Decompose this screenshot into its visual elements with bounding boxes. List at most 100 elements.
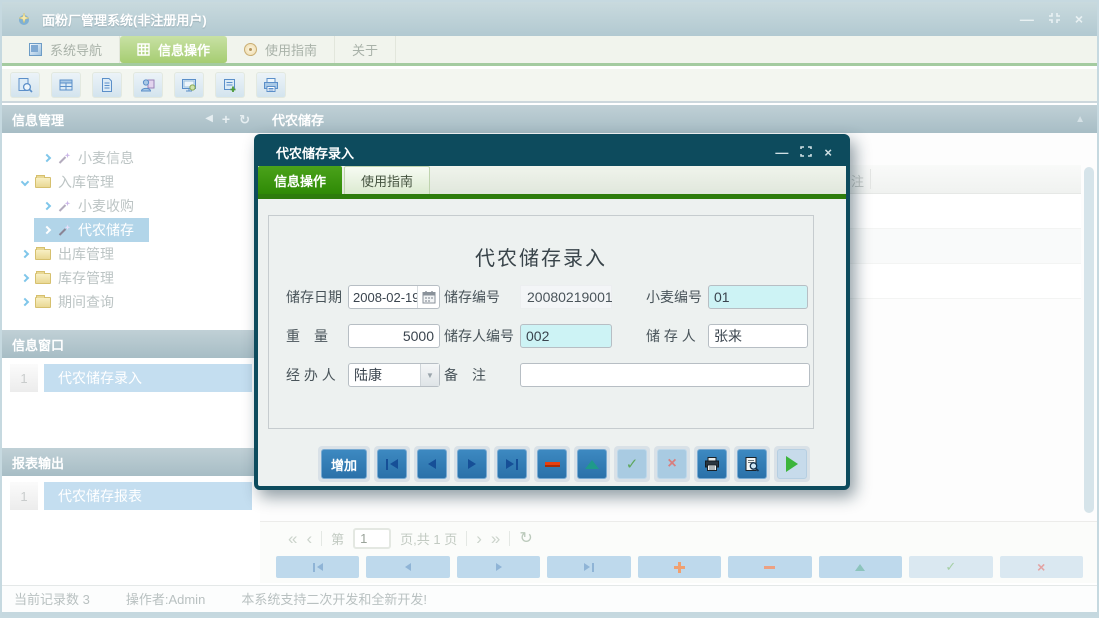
window-item-list: 1 代农储存录入 bbox=[2, 358, 260, 448]
record-cancel-button[interactable]: × bbox=[1000, 556, 1083, 578]
dialog-title: 代农储存录入 bbox=[276, 143, 354, 162]
tree-item-stock-mgmt[interactable]: 库存管理 bbox=[2, 265, 260, 289]
add-icon[interactable]: + bbox=[222, 112, 230, 126]
vertical-scrollbar[interactable] bbox=[1084, 167, 1094, 513]
preview-icon bbox=[744, 456, 760, 472]
print-button[interactable] bbox=[697, 449, 727, 479]
form-row-3: 经 办 人 陆康 ▼ 备 注 bbox=[286, 363, 813, 387]
last-record-button[interactable] bbox=[497, 449, 527, 479]
dialog-tab-bar: 信息操作 使用指南 bbox=[258, 166, 846, 194]
record-last-button[interactable] bbox=[547, 556, 630, 578]
chevron-right-icon bbox=[21, 250, 29, 258]
user-icon[interactable] bbox=[133, 72, 163, 98]
grid-column-remark: 注 bbox=[851, 171, 864, 190]
storer-no-input[interactable] bbox=[520, 324, 612, 348]
wheat-no-input[interactable] bbox=[708, 285, 808, 309]
tree-item-outbound-mgmt[interactable]: 出库管理 bbox=[2, 241, 260, 265]
dialog-close-button[interactable]: × bbox=[824, 146, 832, 159]
collapse-up-icon[interactable]: ▲ bbox=[1075, 114, 1085, 125]
record-count-label: 当前记录数 3 bbox=[14, 589, 90, 608]
record-edit-button[interactable] bbox=[819, 556, 902, 578]
list-item-storage-entry[interactable]: 1 代农储存录入 bbox=[10, 364, 252, 392]
titlebar: 面粉厂管理系统(非注册用户) — × bbox=[2, 2, 1097, 36]
grid-icon bbox=[137, 43, 150, 56]
tab-about[interactable]: 关于 bbox=[335, 36, 396, 63]
handler-select[interactable]: 陆康 ▼ bbox=[348, 363, 440, 387]
handler-label: 经 办 人 bbox=[286, 365, 348, 385]
wand-icon bbox=[57, 151, 71, 165]
page-number-input[interactable] bbox=[353, 528, 391, 549]
storage-no-label: 储存编号 bbox=[444, 287, 520, 307]
folder-icon bbox=[35, 273, 51, 284]
chevron-down-icon[interactable]: ▼ bbox=[420, 364, 439, 386]
page-first-button[interactable]: « bbox=[288, 530, 297, 547]
info-panel-header: 信息管理 ◀ + ↻ bbox=[2, 105, 260, 133]
refresh-icon[interactable]: ↻ bbox=[519, 528, 532, 548]
record-next-button[interactable] bbox=[457, 556, 540, 578]
first-record-button[interactable] bbox=[377, 449, 407, 479]
cancel-button[interactable]: × bbox=[657, 449, 687, 479]
window-title: 面粉厂管理系统(非注册用户) bbox=[42, 10, 207, 29]
record-first-button[interactable] bbox=[276, 556, 359, 578]
chevron-right-icon bbox=[43, 202, 51, 210]
export-icon[interactable] bbox=[215, 72, 245, 98]
tree-item-wheat-purchase[interactable]: 小麦收购 bbox=[2, 193, 260, 217]
list-item-storage-report[interactable]: 1 代农储存报表 bbox=[10, 482, 252, 510]
date-input[interactable] bbox=[349, 290, 417, 305]
form-row-2: 重 量 储存人编号 储 存 人 bbox=[286, 324, 813, 348]
edit-record-button[interactable] bbox=[577, 449, 607, 479]
form-panel: 代农储存录入 储存日期 储存编号 20080219001 小麦编号 bbox=[268, 215, 814, 429]
page-next-button[interactable]: › bbox=[476, 530, 482, 547]
storer-input[interactable] bbox=[708, 324, 808, 348]
tree-item-agent-storage[interactable]: 代农储存 bbox=[2, 217, 260, 241]
monitor-icon[interactable] bbox=[174, 72, 204, 98]
page-last-button[interactable]: » bbox=[491, 530, 500, 547]
page-prev-button[interactable]: ‹ bbox=[306, 530, 312, 547]
dialog-maximize-button[interactable] bbox=[800, 146, 812, 159]
dialog-minimize-button[interactable]: — bbox=[775, 146, 788, 159]
collapse-left-icon[interactable]: ◀ bbox=[205, 114, 213, 124]
next-record-button[interactable] bbox=[457, 449, 487, 479]
document-icon[interactable] bbox=[92, 72, 122, 98]
report-panel-header: 报表输出 bbox=[2, 448, 260, 476]
dialog-tab-info-operate[interactable]: 信息操作 bbox=[258, 166, 342, 194]
remark-input[interactable] bbox=[520, 363, 810, 387]
record-add-button[interactable] bbox=[638, 556, 721, 578]
tree-item-period-query[interactable]: 期间查询 bbox=[2, 289, 260, 313]
tree-item-wheat-info[interactable]: 小麦信息 bbox=[2, 145, 260, 169]
chevron-right-icon bbox=[43, 154, 51, 162]
record-confirm-button[interactable]: ✓ bbox=[909, 556, 992, 578]
tree-item-inbound-mgmt[interactable]: 入库管理 bbox=[2, 169, 260, 193]
app-window: 面粉厂管理系统(非注册用户) — × 系统导航 信息操作 使用指南 关于 bbox=[0, 0, 1099, 618]
close-button[interactable]: × bbox=[1075, 12, 1083, 26]
weight-input[interactable] bbox=[348, 324, 440, 348]
restore-button[interactable] bbox=[1048, 12, 1061, 26]
confirm-button[interactable]: ✓ bbox=[617, 449, 647, 479]
record-prev-button[interactable] bbox=[366, 556, 449, 578]
refresh-icon[interactable]: ↻ bbox=[239, 113, 250, 126]
calendar-icon[interactable] bbox=[417, 286, 439, 308]
print-icon[interactable] bbox=[256, 72, 286, 98]
minimize-button[interactable]: — bbox=[1020, 12, 1034, 26]
operator-label: 操作者:Admin bbox=[126, 589, 205, 608]
tab-system-nav[interactable]: 系统导航 bbox=[12, 36, 120, 63]
dialog-button-bar: 增加 ✓ × bbox=[318, 446, 810, 482]
pagination-bar: « ‹ 第 页,共 1 页 › » ↻ bbox=[260, 521, 1097, 554]
folder-icon bbox=[35, 177, 51, 188]
storage-entry-dialog: 代农储存录入 — × 信息操作 使用指南 代农储存录入 储存日期 bbox=[254, 134, 850, 490]
tab-user-guide[interactable]: 使用指南 bbox=[227, 36, 335, 63]
preview-icon[interactable] bbox=[10, 72, 40, 98]
run-button[interactable] bbox=[777, 449, 807, 479]
print-preview-button[interactable] bbox=[737, 449, 767, 479]
dialog-tab-user-guide[interactable]: 使用指南 bbox=[344, 166, 430, 194]
tab-info-operate[interactable]: 信息操作 bbox=[120, 36, 227, 63]
date-field-wrap bbox=[348, 285, 440, 309]
prev-record-button[interactable] bbox=[417, 449, 447, 479]
main-tab-bar: 系统导航 信息操作 使用指南 关于 bbox=[2, 36, 1097, 66]
table-icon[interactable] bbox=[51, 72, 81, 98]
toolbar bbox=[2, 69, 1097, 103]
delete-record-button[interactable] bbox=[537, 449, 567, 479]
add-button[interactable]: 增加 bbox=[321, 449, 367, 479]
record-delete-button[interactable] bbox=[728, 556, 811, 578]
chevron-right-icon bbox=[21, 298, 29, 306]
